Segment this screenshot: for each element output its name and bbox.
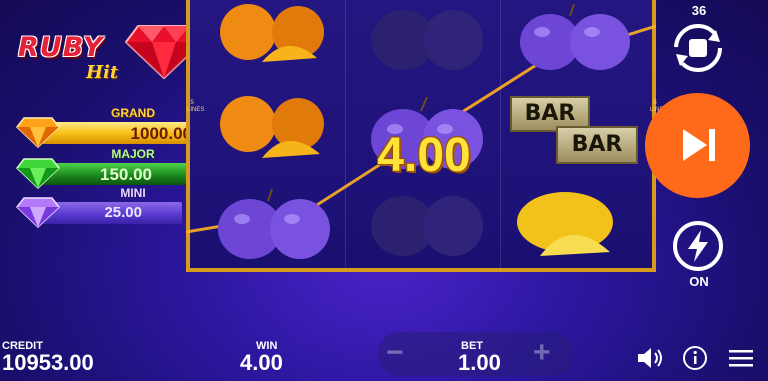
credit-value: 10953.00 [2, 350, 94, 375]
logo-title: RUBY [18, 32, 104, 63]
menu-icon[interactable] [728, 347, 754, 369]
game-logo: RUBY Hit [14, 18, 204, 98]
bet-increase-button[interactable]: + [533, 336, 551, 370]
turbo-status: ON [689, 274, 709, 289]
bet-value: 1.00 [458, 350, 501, 375]
lemon-symbol [517, 192, 613, 256]
plum-symbol [218, 188, 330, 259]
bet-decrease-button[interactable]: − [386, 336, 404, 370]
orange-symbol [220, 4, 324, 62]
jackpot-mini-label: MINI [120, 186, 146, 200]
win-value: 4.00 [240, 350, 283, 375]
sound-icon[interactable] [636, 346, 666, 370]
purple-gem-icon [16, 197, 60, 228]
orange-symbol [220, 96, 324, 158]
autoplay-icon[interactable] [670, 20, 726, 76]
spin-button[interactable] [645, 93, 750, 198]
plum-symbol [371, 10, 483, 70]
jackpot-grand-label: GRAND [111, 106, 155, 120]
jackpot-grand-value: 1000.00 [130, 124, 192, 143]
orange-gem-icon [16, 117, 60, 148]
win-amount-display: 4.00 [377, 129, 471, 182]
logo-subtitle: Hit [86, 62, 119, 83]
lightning-icon[interactable] [670, 218, 726, 274]
plum-symbol [520, 3, 630, 70]
green-gem-icon [16, 158, 60, 189]
jackpot-major-label: MAJOR [111, 147, 155, 161]
skip-icon [683, 129, 715, 161]
autoplay-count: 36 [691, 3, 707, 18]
plum-symbol [371, 196, 483, 256]
info-icon[interactable] [682, 345, 708, 371]
bar-symbol: BAR [556, 126, 638, 164]
